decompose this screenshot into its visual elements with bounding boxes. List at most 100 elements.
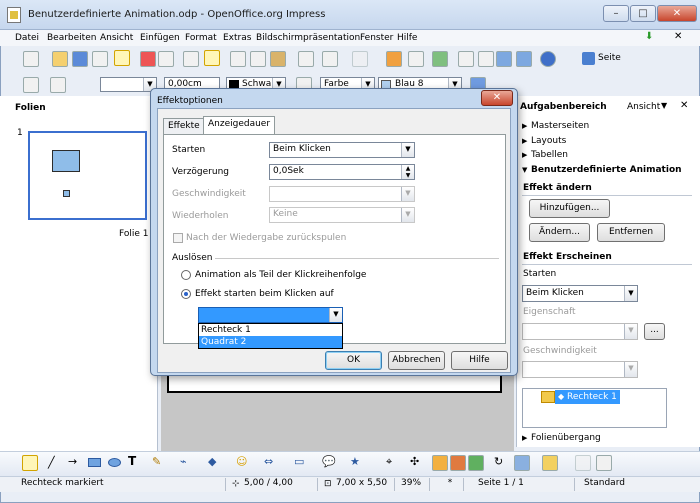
show-draw-functions-icon[interactable]	[432, 51, 448, 67]
menu-datei[interactable]: Datei	[15, 33, 39, 43]
symbol-shapes-icon[interactable]: ☺	[236, 455, 247, 468]
help-icon[interactable]	[540, 51, 556, 67]
tab-anzeigedauer[interactable]: Anzeigedauer	[203, 116, 276, 135]
section-slide-transition[interactable]: Folienübergang	[531, 433, 601, 443]
menu-einfuegen[interactable]: Einfügen	[140, 33, 180, 43]
dropdown-option-rechteck[interactable]: Rechteck 1	[199, 324, 342, 336]
glue-points-icon[interactable]: ✣	[410, 455, 419, 468]
flowchart-icon[interactable]: ▭	[294, 455, 304, 468]
menu-extras[interactable]: Extras	[223, 33, 251, 43]
start-select[interactable]: Beim Klicken ▼	[522, 285, 638, 302]
callouts-icon[interactable]: 💬	[322, 455, 336, 468]
copy-icon[interactable]	[250, 51, 266, 67]
gallery-tool-icon[interactable]	[468, 455, 484, 471]
change-effect-button[interactable]: Ändern...	[529, 223, 590, 242]
undo-icon[interactable]	[322, 51, 338, 67]
update-download-icon[interactable]: ⬇	[645, 31, 658, 43]
repeat-select[interactable]: Keine ▼	[269, 207, 415, 223]
close-document-icon[interactable]: ✕	[674, 31, 682, 42]
line-tool-icon[interactable]: ╱	[48, 456, 55, 469]
export-pdf-icon[interactable]	[140, 51, 156, 67]
tab-effekte[interactable]: Effekte	[163, 118, 205, 135]
menu-bearbeiten[interactable]: Bearbeiten	[47, 33, 96, 43]
chevron-down-icon[interactable]: ▼	[661, 101, 667, 110]
navigator-icon[interactable]	[478, 51, 494, 67]
arrow-style-icon[interactable]	[50, 77, 66, 93]
expand-arrow-icon[interactable]: ▶	[522, 137, 527, 145]
redo-icon[interactable]	[352, 51, 368, 67]
section-custom-animation[interactable]: Benutzerdefinierte Animation	[531, 165, 682, 175]
paste-icon[interactable]	[270, 51, 286, 67]
spellcheck-icon[interactable]	[183, 51, 199, 67]
menu-ansicht[interactable]: Ansicht	[100, 33, 133, 43]
property-select[interactable]: ▼	[522, 323, 638, 340]
autospellcheck-icon[interactable]	[204, 50, 220, 66]
dropdown-option-quadrat[interactable]: Quadrat 2	[199, 336, 342, 348]
open-icon[interactable]	[52, 51, 68, 67]
expand-arrow-icon[interactable]: ▶	[522, 151, 527, 159]
zoom-icon[interactable]	[516, 51, 532, 67]
line-icon[interactable]	[23, 77, 39, 93]
menu-hilfe[interactable]: Hilfe	[397, 33, 417, 43]
maximize-button[interactable]: □	[630, 5, 656, 22]
close-pane-icon[interactable]: ✕	[680, 100, 688, 111]
line-arrow-tool-icon[interactable]: →	[68, 455, 77, 468]
dialog-speed-select[interactable]: ▼	[269, 186, 415, 202]
page-label[interactable]: Seite	[598, 53, 621, 63]
line-style-select[interactable]: ▼	[100, 77, 157, 92]
arrange-icon[interactable]	[542, 455, 558, 471]
alignment-icon[interactable]	[514, 455, 530, 471]
fontwork-icon[interactable]	[432, 455, 448, 471]
points-icon[interactable]: ⌖	[386, 455, 392, 469]
rotate-icon[interactable]: ↻	[494, 455, 503, 468]
select-arrow-icon[interactable]	[22, 455, 38, 471]
format-paintbrush-icon[interactable]	[298, 51, 314, 67]
print-icon[interactable]	[158, 51, 174, 67]
stars-icon[interactable]: ★	[350, 455, 360, 468]
menu-format[interactable]: Format	[185, 33, 217, 43]
expand-arrow-icon[interactable]: ▶	[522, 122, 527, 130]
close-window-button[interactable]: ✕	[657, 5, 697, 22]
delay-spinner[interactable]: 0,0Sek ▲ ▼	[269, 164, 415, 180]
basic-shapes-icon[interactable]: ◆	[208, 455, 216, 468]
dialog-start-select[interactable]: Beim Klicken ▼	[269, 142, 415, 158]
task-pane-view-menu[interactable]: Ansicht	[627, 102, 660, 112]
text-tool-icon[interactable]: T	[128, 454, 136, 468]
from-file-icon[interactable]	[450, 455, 466, 471]
menu-bildschirmpraesentation[interactable]: Bildschirmpräsentation	[256, 33, 360, 43]
add-effect-button[interactable]: Hinzufügen...	[529, 199, 610, 218]
chart-icon[interactable]	[386, 51, 402, 67]
section-tabellen[interactable]: Tabellen	[531, 150, 568, 160]
connector-tool-icon[interactable]: ⌁	[180, 455, 187, 468]
ellipse-tool-icon[interactable]	[108, 458, 121, 467]
cut-icon[interactable]	[230, 51, 246, 67]
email-icon[interactable]	[92, 51, 108, 67]
block-arrows-icon[interactable]: ⇔	[264, 455, 273, 468]
speed-select[interactable]: ▼	[522, 361, 638, 378]
gallery-icon[interactable]	[496, 51, 512, 67]
rectangle-tool-icon[interactable]	[88, 458, 101, 467]
property-options-button[interactable]: ...	[644, 323, 665, 340]
effects-icon[interactable]	[596, 455, 612, 471]
dialog-close-button[interactable]: ✕	[481, 90, 513, 106]
cancel-button[interactable]: Abbrechen	[388, 351, 445, 370]
collapse-arrow-icon[interactable]: ▼	[522, 166, 527, 174]
remove-effect-button[interactable]: Entfernen	[597, 223, 665, 242]
status-zoom[interactable]: 39%	[398, 478, 430, 491]
section-masterseiten[interactable]: Masterseiten	[531, 121, 589, 131]
curve-tool-icon[interactable]: ✎	[152, 455, 161, 468]
rewind-checkbox[interactable]	[173, 233, 183, 243]
slide-canvas[interactable]	[167, 374, 502, 393]
menu-fenster[interactable]: Fenster	[360, 33, 393, 43]
ok-button[interactable]: OK	[325, 351, 382, 370]
edit-file-icon[interactable]	[114, 50, 130, 66]
trigger-shape-select[interactable]: ▼	[198, 307, 343, 323]
extrusion-icon[interactable]	[575, 455, 591, 471]
effect-list-item[interactable]: ◆ Rechteck 1	[555, 390, 620, 404]
section-layouts[interactable]: Layouts	[531, 136, 566, 146]
slide-thumbnail[interactable]	[28, 131, 147, 220]
sequence-radio[interactable]	[181, 270, 191, 280]
hyperlink-icon[interactable]	[458, 51, 474, 67]
table-icon[interactable]	[408, 51, 424, 67]
minimize-button[interactable]: –	[603, 5, 629, 22]
